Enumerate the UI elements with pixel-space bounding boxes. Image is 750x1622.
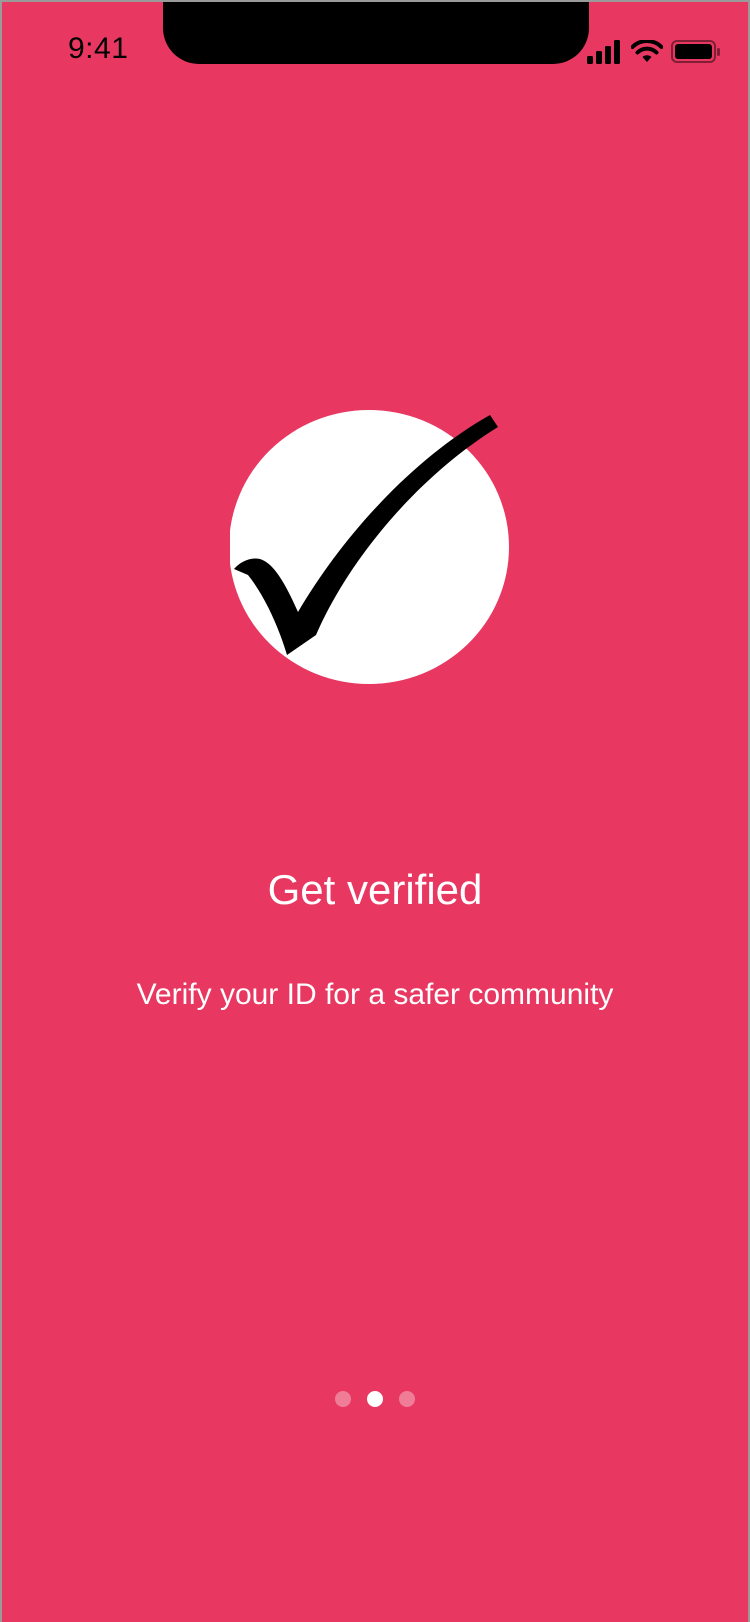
page-dot[interactable]: [335, 1391, 351, 1407]
page-indicator[interactable]: [2, 1391, 748, 1407]
onboarding-screen: 9:41 Get verified Verify your ID for a s…: [2, 2, 748, 1622]
page-dot-active[interactable]: [367, 1391, 383, 1407]
battery-icon: [671, 40, 720, 63]
onboarding-title: Get verified: [267, 866, 483, 913]
page-dot[interactable]: [399, 1391, 415, 1407]
onboarding-subtitle: Verify your ID for a safer community: [136, 978, 614, 1011]
illustration-circle: [230, 410, 509, 684]
checkmark-circle-icon: [230, 410, 509, 684]
status-icons: [587, 40, 723, 68]
wifi-icon: [631, 40, 663, 62]
cellular-signal-icon: [587, 40, 620, 64]
status-time: 9:41: [68, 32, 129, 65]
device-notch: [163, 2, 589, 64]
